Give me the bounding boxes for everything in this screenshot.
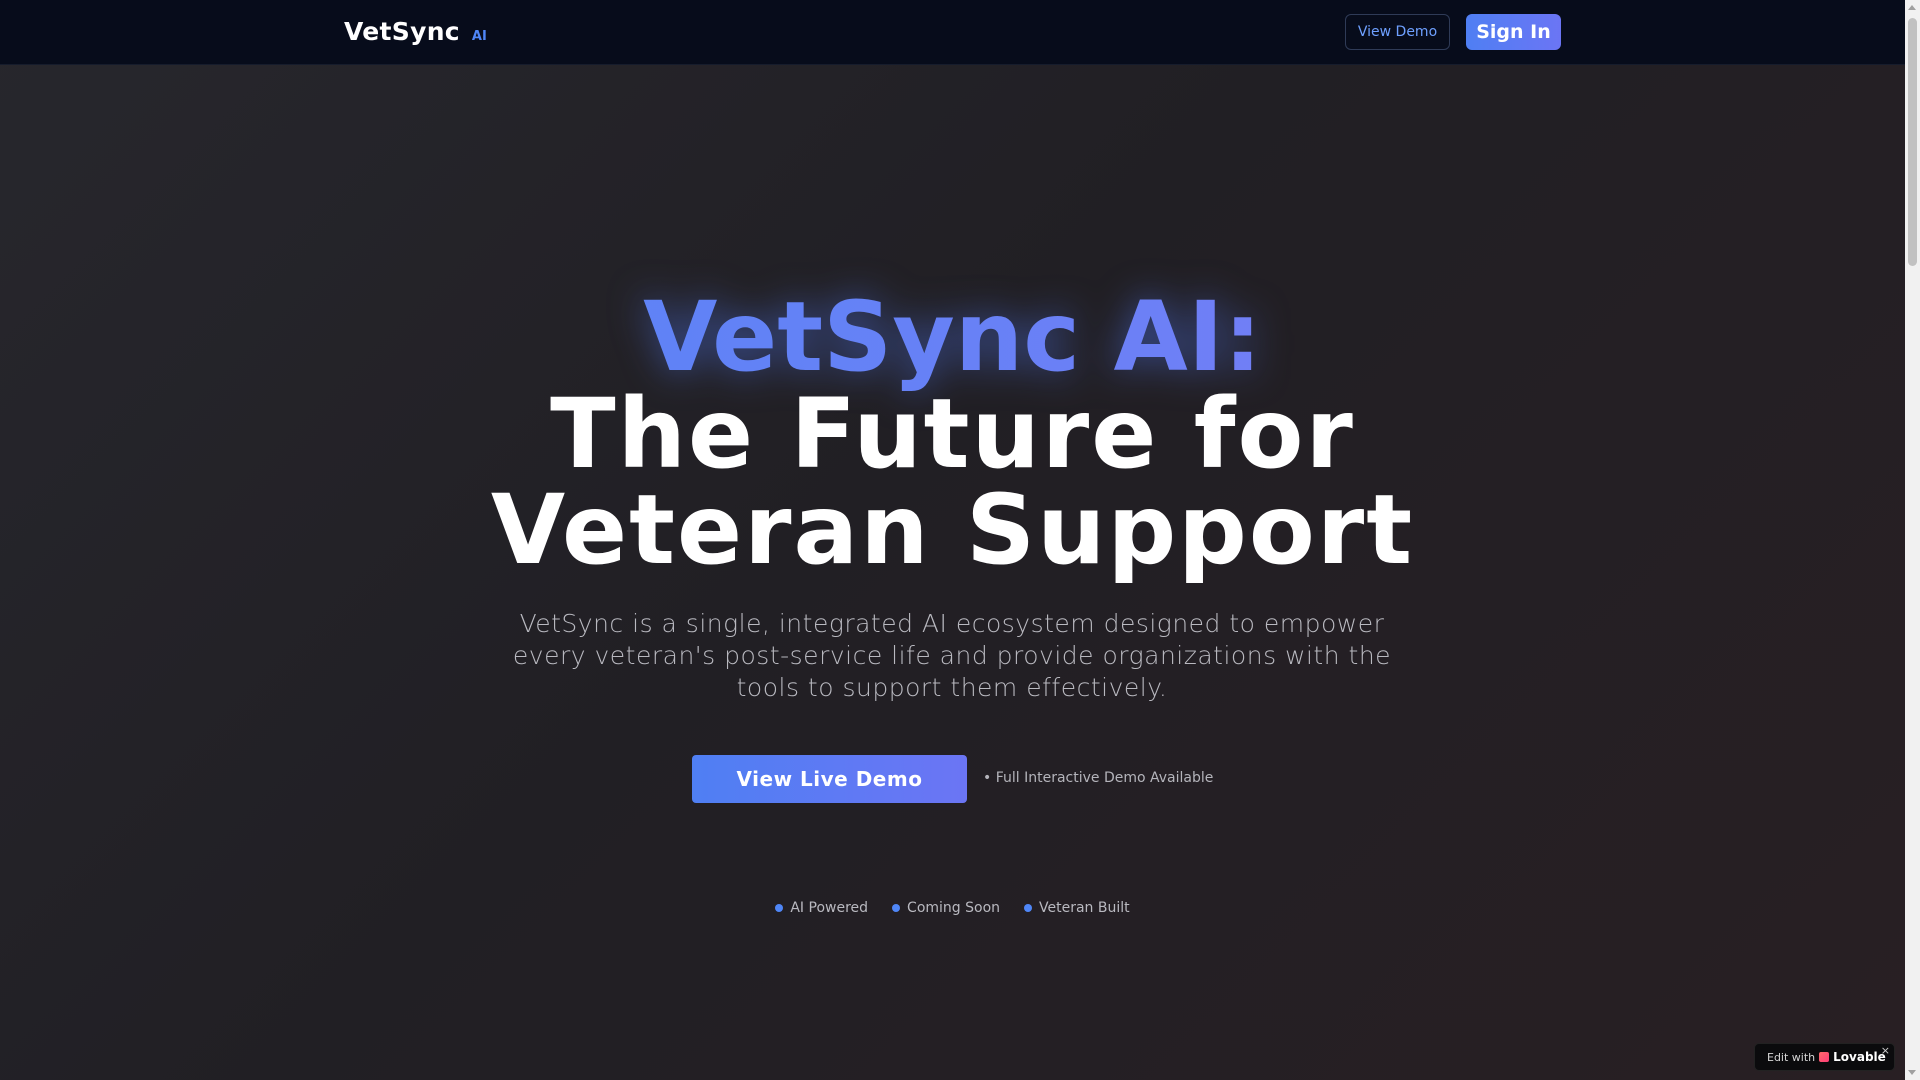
page-scrollbar[interactable]	[1905, 0, 1920, 1080]
feature-label: Coming Soon	[907, 900, 1001, 916]
dot-icon	[775, 904, 784, 912]
hero-title-line2: The Future for	[550, 378, 1355, 490]
lovable-prefix-text: Edit with	[1767, 1050, 1816, 1064]
scrollbar-thumb[interactable]	[1908, 18, 1917, 266]
hero-section: VetSync AI: The Future for Veteran Suppo…	[0, 0, 1905, 1080]
feature-list: AI Powered Coming Soon Veteran Built	[0, 900, 1905, 916]
lovable-brand-text: Lovable	[1833, 1050, 1886, 1064]
brand-ai-badge: AI	[471, 29, 487, 44]
hero-subtitle: VetSync is a single, integrated AI ecosy…	[512, 609, 1392, 702]
feature-item-ai-powered: AI Powered	[775, 900, 868, 916]
feature-item-coming-soon: Coming Soon	[892, 900, 1000, 916]
hero-title-brand: VetSync AI:	[0, 282, 1905, 392]
feature-item-veteran-built: Veteran Built	[1024, 900, 1130, 916]
scroll-down-arrow-icon[interactable]	[1908, 1070, 1916, 1075]
feature-label: Veteran Built	[1039, 900, 1130, 916]
sign-in-button[interactable]: Sign In	[1466, 14, 1561, 50]
brand-logo[interactable]: VetSync AI	[344, 17, 487, 46]
demo-availability-note: • Full Interactive Demo Available	[983, 770, 1214, 786]
close-icon[interactable]: ×	[1881, 1044, 1890, 1057]
dot-icon	[1024, 904, 1033, 912]
lovable-heart-icon	[1819, 1052, 1830, 1062]
view-demo-button[interactable]: View Demo	[1345, 14, 1450, 50]
edit-with-lovable-badge[interactable]: Edit with Lovable ×	[1754, 1043, 1895, 1071]
brand-name: VetSync	[344, 17, 460, 46]
scroll-up-arrow-icon[interactable]	[1908, 5, 1916, 10]
feature-label: AI Powered	[790, 900, 869, 916]
dot-icon	[892, 904, 901, 912]
hero-title-line3: Veteran Support	[490, 474, 1415, 586]
view-live-demo-button[interactable]: View Live Demo	[692, 755, 967, 803]
top-navbar: VetSync AI View Demo Sign In	[0, 0, 1905, 65]
